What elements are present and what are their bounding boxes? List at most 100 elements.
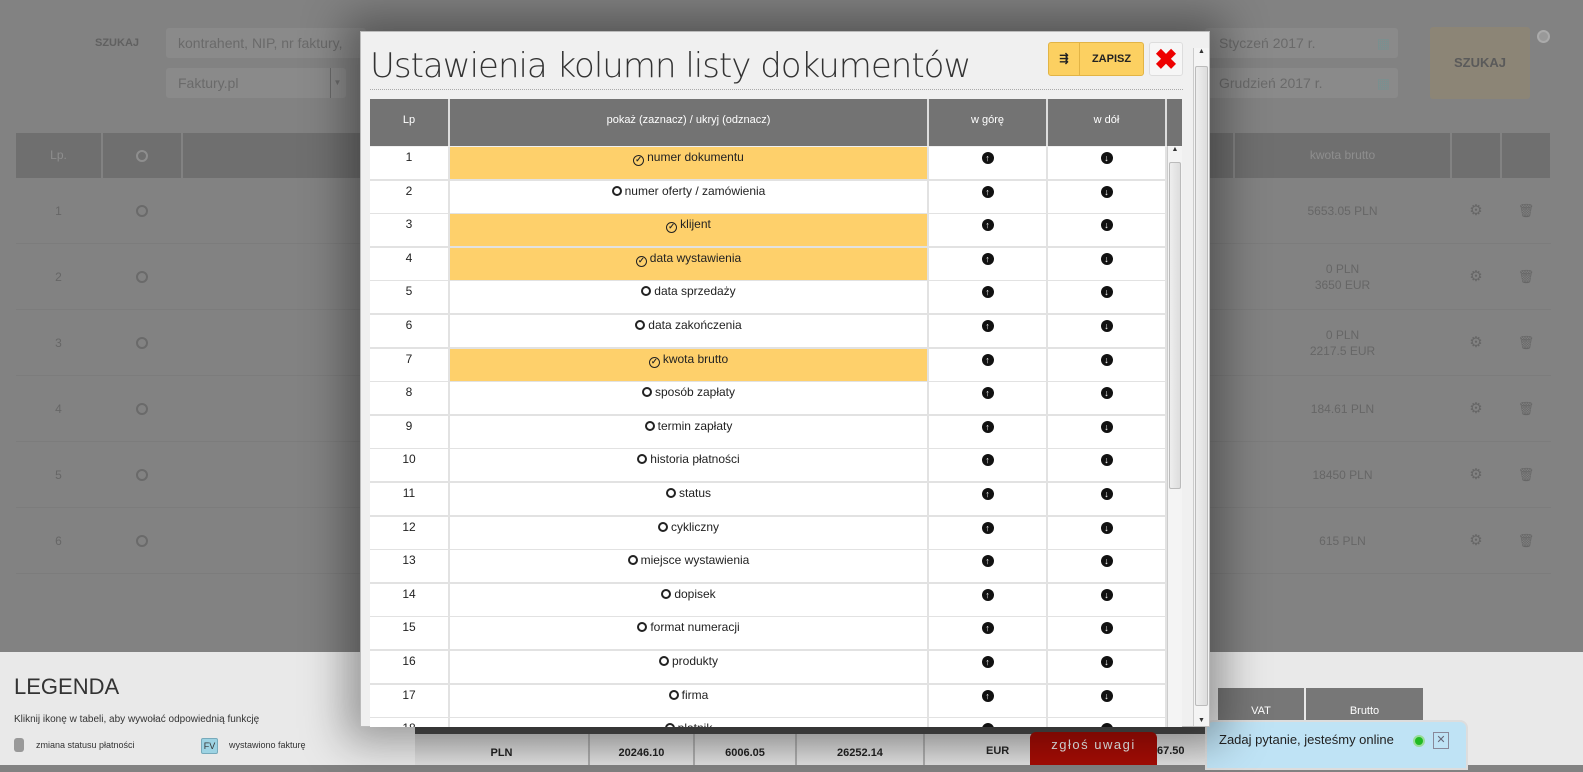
move-up-button[interactable]: ↑ xyxy=(929,550,1046,583)
toggle-column-18[interactable]: płatnik xyxy=(450,718,927,727)
toggle-column-13[interactable]: miejsce wystawienia xyxy=(450,550,927,583)
move-down-button[interactable]: ↓ xyxy=(1048,449,1165,482)
move-up-button[interactable]: ↑ xyxy=(929,583,1046,616)
row-select[interactable] xyxy=(103,376,181,442)
move-up-button[interactable]: ↑ xyxy=(929,382,1046,415)
report-feedback-button[interactable]: zgłoś uwagi xyxy=(1030,732,1157,765)
table-scrollbar[interactable]: ▲ xyxy=(1167,146,1182,727)
gears-icon[interactable]: ⚙ xyxy=(1452,376,1500,442)
date-to-input[interactable]: Grudzień 2017 r. ▦ xyxy=(1205,68,1398,98)
close-modal-button[interactable]: ✖ xyxy=(1149,42,1183,76)
move-up-button[interactable]: ↑ xyxy=(929,415,1046,448)
move-up-button[interactable]: ↑ xyxy=(929,449,1046,482)
radio-icon[interactable] xyxy=(136,535,148,547)
toggle-column-1[interactable]: ✓ numer dokumentu xyxy=(450,147,927,179)
toggle-column-11[interactable]: status xyxy=(450,483,927,515)
move-up-button[interactable]: ↑ xyxy=(929,281,1046,314)
move-down-button[interactable]: ↓ xyxy=(1048,718,1165,727)
row-select[interactable] xyxy=(103,244,181,310)
move-up-button[interactable]: ↑ xyxy=(929,214,1046,247)
col-header-lp[interactable]: Lp. xyxy=(16,133,101,178)
move-down-button[interactable]: ↓ xyxy=(1048,651,1165,683)
save-button[interactable]: ⇶ ZAPISZ xyxy=(1048,42,1144,76)
toggle-column-16[interactable]: produkty xyxy=(450,651,927,683)
move-down-button[interactable]: ↓ xyxy=(1048,180,1165,213)
radio-icon[interactable] xyxy=(136,205,148,217)
toggle-column-14[interactable]: dopisek xyxy=(450,583,927,616)
row-select[interactable] xyxy=(103,442,181,508)
radio-icon[interactable] xyxy=(136,403,148,415)
move-up-button[interactable]: ↑ xyxy=(929,247,1046,280)
move-down-button[interactable]: ↓ xyxy=(1048,684,1165,717)
move-down-button[interactable]: ↓ xyxy=(1048,247,1165,280)
move-up-button[interactable]: ↑ xyxy=(929,516,1046,549)
toggle-column-15[interactable]: format numeracji xyxy=(450,617,927,650)
gears-icon[interactable]: ⚙ xyxy=(1452,508,1500,574)
trash-icon[interactable]: 🗑 xyxy=(1502,244,1550,310)
date-from-input[interactable]: Styczeń 2017 r. ▦ xyxy=(1205,28,1398,58)
move-up-button[interactable]: ↑ xyxy=(929,147,1046,179)
gears-icon[interactable]: ⚙ xyxy=(1452,442,1500,508)
move-up-button[interactable]: ↑ xyxy=(929,651,1046,683)
move-down-button[interactable]: ↓ xyxy=(1048,583,1165,616)
toggle-column-17[interactable]: firma xyxy=(450,684,927,717)
modal-scrollbar-thumb[interactable] xyxy=(1195,66,1208,706)
row-select[interactable] xyxy=(103,310,181,376)
radio-icon[interactable] xyxy=(136,469,148,481)
table-scrollbar-thumb[interactable] xyxy=(1169,162,1181,489)
gears-icon[interactable]: ⚙ xyxy=(1452,244,1500,310)
gears-icon[interactable]: ⚙ xyxy=(1452,178,1500,244)
trash-icon[interactable]: 🗑 xyxy=(1502,178,1550,244)
close-search-icon[interactable] xyxy=(1537,30,1550,43)
toggle-column-2[interactable]: numer oferty / zamówienia xyxy=(450,180,927,213)
move-down-button[interactable]: ↓ xyxy=(1048,516,1165,549)
trash-icon[interactable]: 🗑 xyxy=(1502,376,1550,442)
toggle-column-7[interactable]: ✓ kwota brutto xyxy=(450,348,927,381)
move-up-button[interactable]: ↑ xyxy=(929,483,1046,515)
trash-icon[interactable]: 🗑 xyxy=(1502,442,1550,508)
move-down-button[interactable]: ↓ xyxy=(1048,281,1165,314)
calendar-icon[interactable]: ▦ xyxy=(1377,28,1390,58)
close-icon[interactable]: ✕ xyxy=(1433,732,1449,749)
radio-icon[interactable] xyxy=(136,271,148,283)
move-down-button[interactable]: ↓ xyxy=(1048,348,1165,381)
row-select[interactable] xyxy=(103,508,181,574)
move-up-button[interactable]: ↑ xyxy=(929,718,1046,727)
col-header-select[interactable] xyxy=(103,133,181,178)
toggle-column-4[interactable]: ✓ data wystawienia xyxy=(450,247,927,280)
move-down-button[interactable]: ↓ xyxy=(1048,147,1165,179)
company-select[interactable]: Faktury.pl ▼ xyxy=(166,68,346,98)
move-up-button[interactable]: ↑ xyxy=(929,180,1046,213)
toggle-column-6[interactable]: data zakończenia xyxy=(450,315,927,347)
toggle-column-8[interactable]: sposób zapłaty xyxy=(450,382,927,415)
calendar-icon[interactable]: ▦ xyxy=(1377,68,1390,98)
toggle-column-12[interactable]: cykliczny xyxy=(450,516,927,549)
move-up-button[interactable]: ↑ xyxy=(929,684,1046,717)
move-down-button[interactable]: ↓ xyxy=(1048,483,1165,515)
scroll-down-icon[interactable]: ▼ xyxy=(1194,717,1209,724)
toggle-column-5[interactable]: data sprzedaży xyxy=(450,281,927,314)
toggle-column-9[interactable]: termin zapłaty xyxy=(450,415,927,448)
move-down-button[interactable]: ↓ xyxy=(1048,315,1165,347)
trash-icon[interactable]: 🗑 xyxy=(1502,508,1550,574)
chat-widget[interactable]: Zadaj pytanie, jesteśmy online ✕ xyxy=(1205,720,1468,770)
toggle-column-3[interactable]: ✓ klijent xyxy=(450,214,927,247)
move-up-button[interactable]: ↑ xyxy=(929,348,1046,381)
radio-icon[interactable] xyxy=(136,337,148,349)
move-up-button[interactable]: ↑ xyxy=(929,617,1046,650)
scroll-up-icon[interactable]: ▲ xyxy=(1168,146,1182,153)
search-button[interactable]: SZUKAJ xyxy=(1430,27,1530,99)
modal-scrollbar[interactable]: ▲ ▼ xyxy=(1193,48,1209,726)
scroll-up-icon[interactable]: ▲ xyxy=(1194,48,1209,55)
gears-icon[interactable]: ⚙ xyxy=(1452,310,1500,376)
move-down-button[interactable]: ↓ xyxy=(1048,382,1165,415)
row-select[interactable] xyxy=(103,178,181,244)
move-down-button[interactable]: ↓ xyxy=(1048,415,1165,448)
move-up-button[interactable]: ↑ xyxy=(929,315,1046,347)
move-down-button[interactable]: ↓ xyxy=(1048,550,1165,583)
toggle-column-10[interactable]: historia płatności xyxy=(450,449,927,482)
search-input[interactable]: kontrahent, NIP, nr faktury, kwota xyxy=(166,28,366,81)
trash-icon[interactable]: 🗑 xyxy=(1502,310,1550,376)
move-down-button[interactable]: ↓ xyxy=(1048,214,1165,247)
move-down-button[interactable]: ↓ xyxy=(1048,617,1165,650)
